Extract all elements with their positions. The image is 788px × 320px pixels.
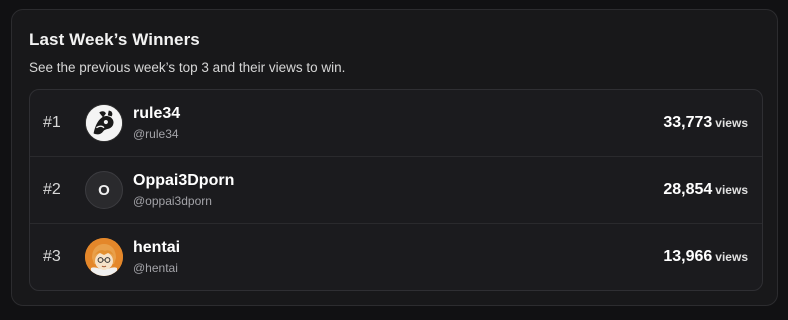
- winner-name[interactable]: rule34: [133, 105, 180, 123]
- winner-name[interactable]: hentai: [133, 239, 180, 257]
- winner-name[interactable]: Oppai3Dporn: [133, 172, 234, 190]
- rank-label: #1: [43, 114, 61, 131]
- views-count: 28,854 views: [663, 181, 748, 199]
- anime-character-icon[interactable]: [85, 238, 123, 276]
- winner-row-2[interactable]: #2 O Oppai3Dporn @oppai3dporn 28,854 view…: [30, 157, 762, 224]
- winner-row-3[interactable]: #3 hentai @hentai 13,966 views: [30, 224, 762, 290]
- rank-label: #3: [43, 248, 61, 265]
- views-number: 33,773: [663, 114, 713, 131]
- rule34-logo-icon[interactable]: [85, 104, 123, 142]
- views-number: 28,854: [663, 181, 713, 198]
- views-count: 13,966 views: [663, 248, 748, 266]
- winner-handle: @oppai3dporn: [133, 194, 212, 208]
- views-unit: views: [715, 183, 748, 197]
- views-unit: views: [715, 116, 748, 130]
- winner-handle: @rule34: [133, 127, 179, 141]
- winners-card: Last Week’s Winners See the previous wee…: [11, 9, 778, 306]
- winners-list: #1 rule34 @rule34 33,773views #2 O Oppa: [29, 89, 763, 291]
- views-count: 33,773 views: [663, 114, 748, 132]
- views-number: 13,966: [663, 248, 713, 265]
- card-subtitle: See the previous week’s top 3 and their …: [29, 60, 346, 75]
- rank-label: #2: [43, 181, 61, 198]
- views-unit: views: [715, 250, 748, 264]
- winner-row-1[interactable]: #1 rule34 @rule34 33,773 views: [30, 90, 762, 157]
- letter-avatar-icon[interactable]: O: [85, 171, 123, 209]
- card-title: Last Week’s Winners: [29, 30, 200, 49]
- winner-handle: @hentai: [133, 261, 178, 275]
